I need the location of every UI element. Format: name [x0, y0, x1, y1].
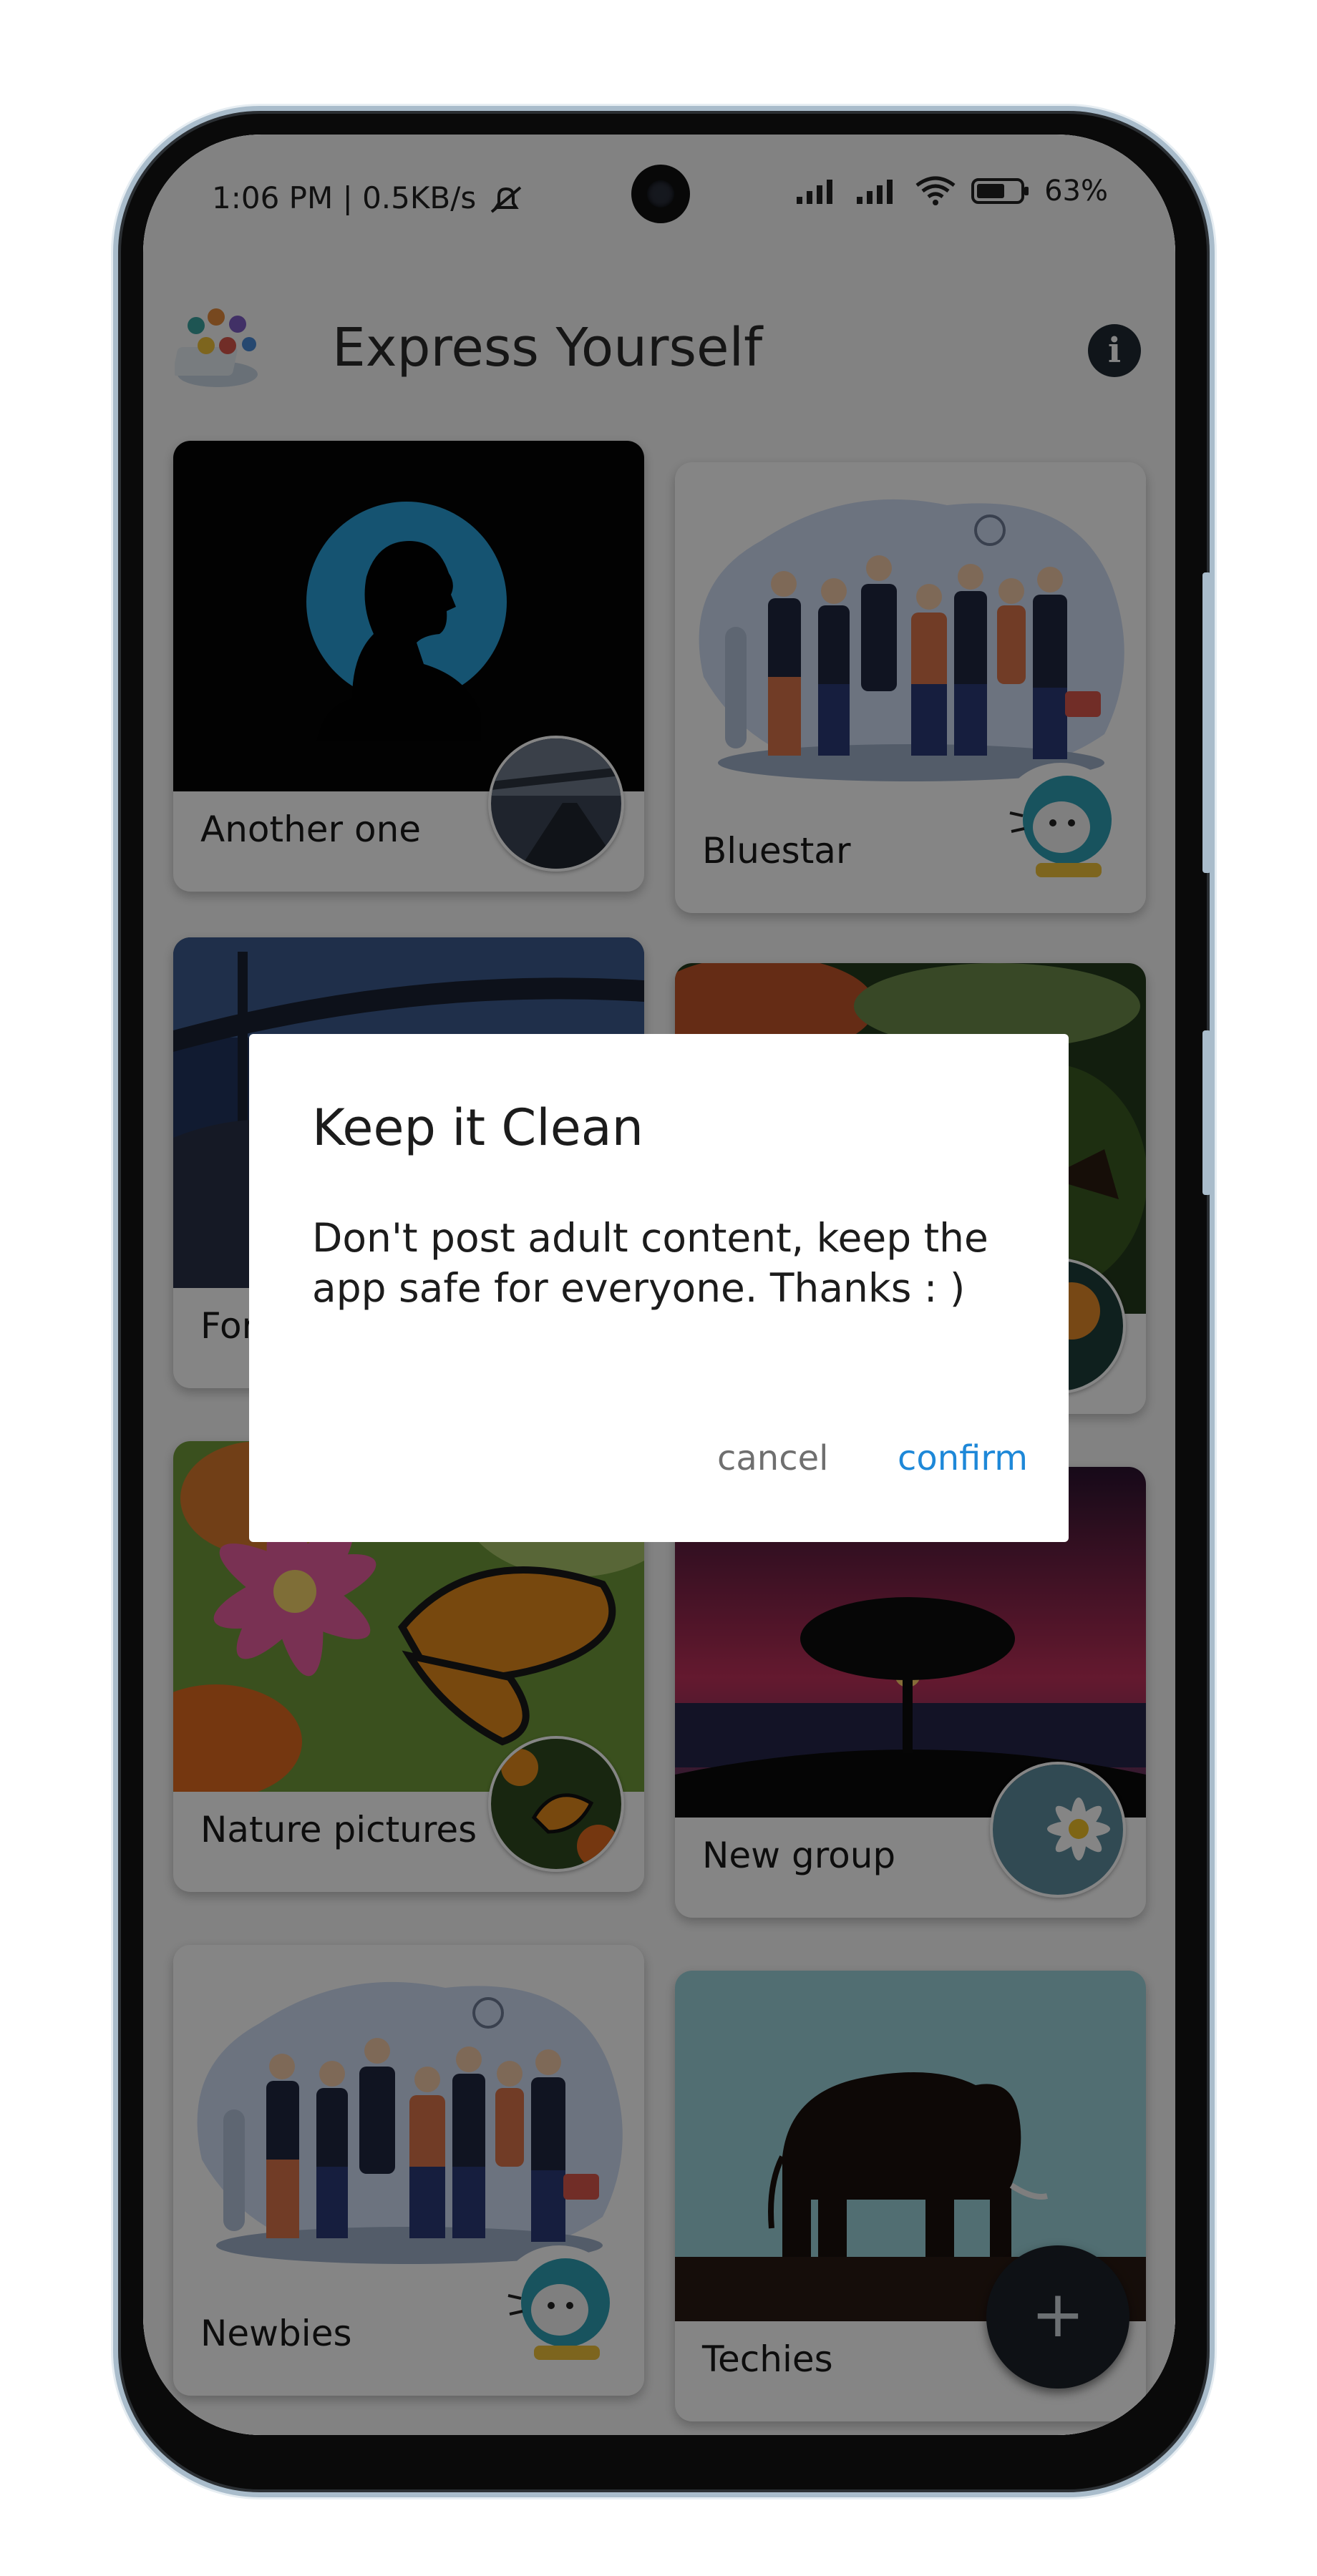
keep-it-clean-dialog: Keep it Clean Don't post adult content, … — [249, 1034, 1069, 1542]
cancel-button[interactable]: cancel — [717, 1438, 828, 1478]
confirm-button[interactable]: confirm — [898, 1438, 1028, 1478]
dialog-message: Don't post adult content, keep the app s… — [312, 1215, 988, 1311]
dialog-title: Keep it Clean — [312, 1098, 644, 1157]
phone-screen: 1:06 PM | 0.5KB/s 63% Express Yourself i… — [143, 135, 1175, 2435]
volume-button — [1202, 572, 1211, 873]
power-button — [1202, 1030, 1211, 1195]
